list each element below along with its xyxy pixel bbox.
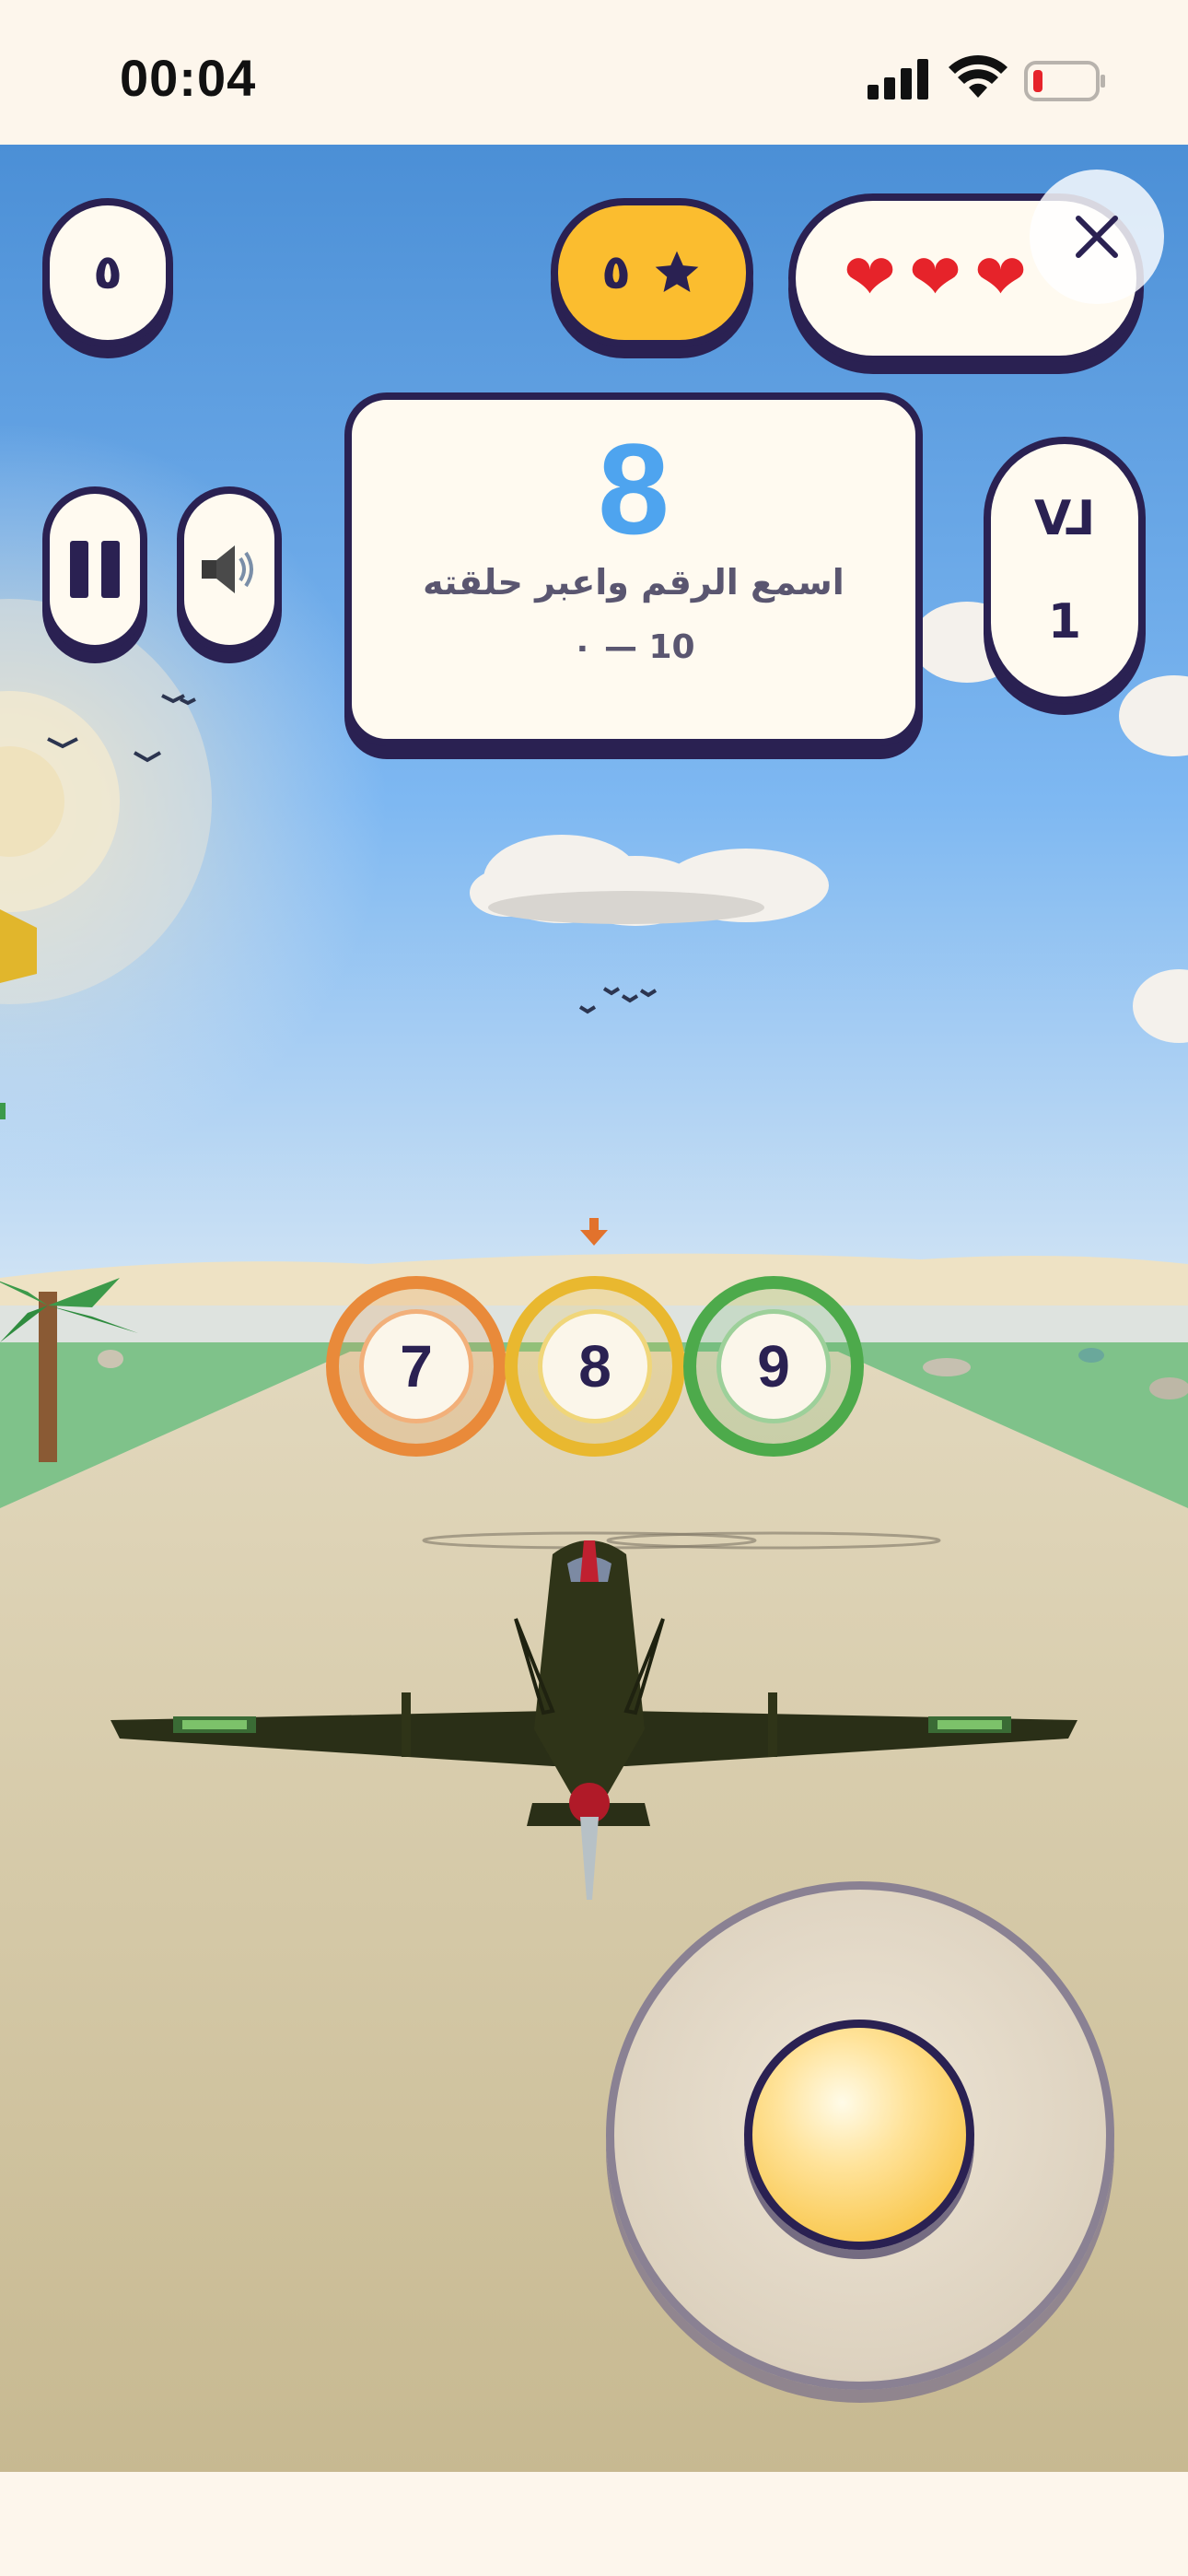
battery-low-icon bbox=[1024, 61, 1105, 101]
stars-value: ٥ bbox=[601, 245, 631, 300]
ring-number: 9 bbox=[716, 1309, 831, 1423]
prompt-card: 8 اسمع الرقم واعبر حلقته ٠ — 10 bbox=[344, 392, 923, 746]
heart-icon: ❤ bbox=[908, 241, 961, 314]
pause-icon bbox=[70, 541, 88, 598]
signal-icon bbox=[868, 59, 928, 100]
score-value: ٥ bbox=[93, 245, 122, 300]
prompt-range: ٠ — 10 bbox=[572, 628, 695, 666]
number-ring-7[interactable]: 7 bbox=[326, 1276, 507, 1457]
star-icon bbox=[655, 251, 699, 292]
number-ring-9[interactable]: 9 bbox=[683, 1276, 864, 1457]
level-value: 1 bbox=[1047, 594, 1082, 650]
ring-number: 8 bbox=[538, 1309, 652, 1423]
bottom-safe-area bbox=[0, 2472, 1188, 2576]
ring-number: 7 bbox=[359, 1309, 473, 1423]
status-bar: 00:04 bbox=[0, 0, 1188, 145]
pause-icon-bar bbox=[101, 541, 120, 598]
number-ring-8[interactable]: 8 bbox=[505, 1276, 685, 1457]
score-counter: ٥ bbox=[42, 198, 173, 347]
close-icon bbox=[1076, 216, 1118, 258]
close-button[interactable] bbox=[1030, 170, 1164, 304]
wifi-icon bbox=[949, 55, 1007, 98]
pause-button[interactable] bbox=[42, 486, 147, 652]
prompt-instruction: اسمع الرقم واعبر حلقته bbox=[423, 562, 844, 603]
level-indicator: LV 1 bbox=[984, 437, 1146, 704]
joystick-knob[interactable] bbox=[744, 2020, 974, 2250]
speaker-icon bbox=[202, 545, 253, 593]
stars-counter: ٥ bbox=[551, 198, 753, 347]
level-label: LV bbox=[1033, 491, 1096, 546]
heart-icon: ❤ bbox=[973, 241, 1027, 314]
sound-button[interactable] bbox=[177, 486, 282, 652]
heart-icon: ❤ bbox=[844, 241, 896, 314]
status-time: 00:04 bbox=[120, 49, 257, 107]
prompt-number: 8 bbox=[598, 416, 670, 561]
